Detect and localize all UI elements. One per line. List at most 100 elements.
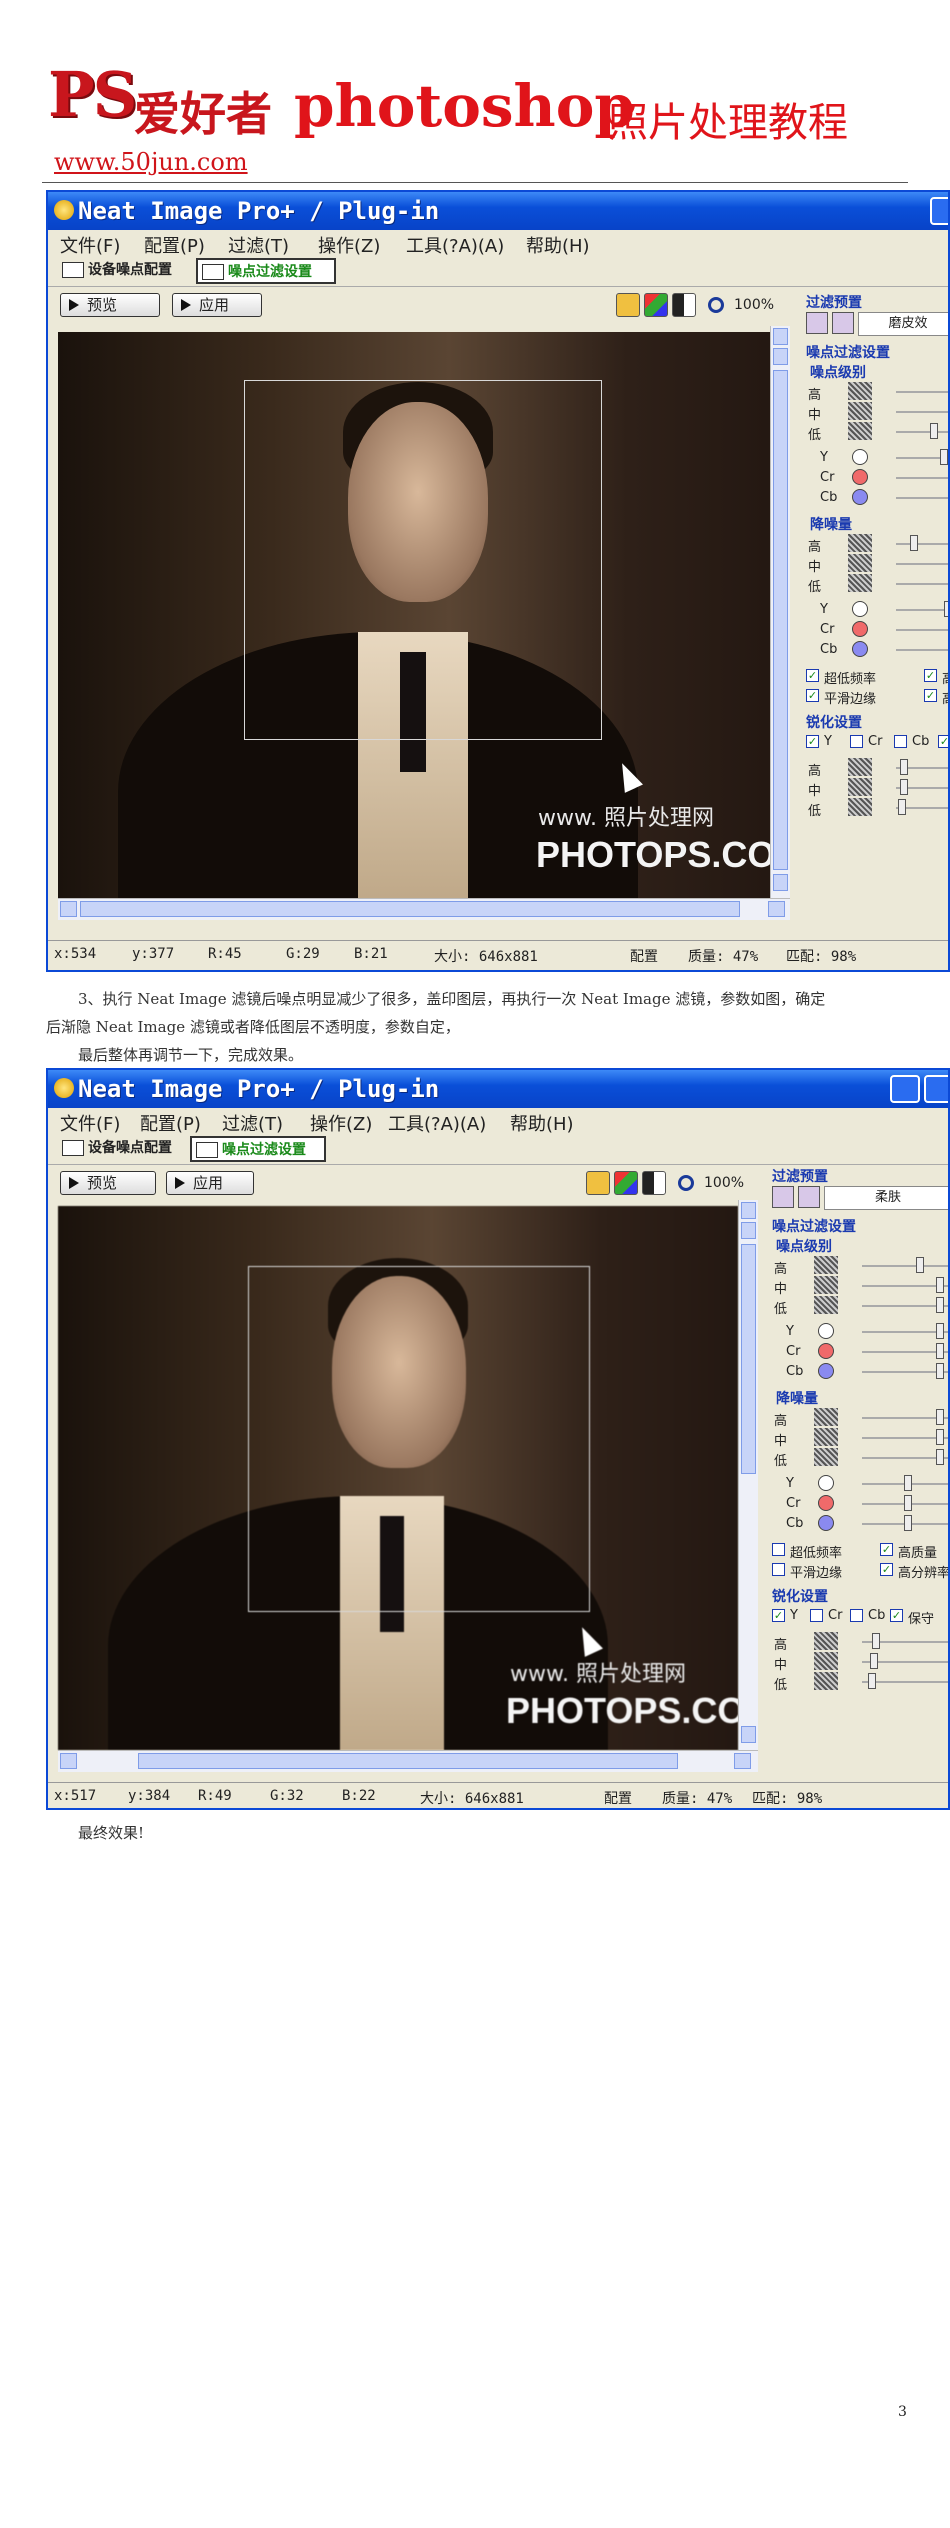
- vertical-scrollbar[interactable]: [738, 1200, 758, 1750]
- slider-knob[interactable]: [936, 1297, 944, 1313]
- color-icon[interactable]: [614, 1171, 638, 1195]
- menu-action[interactable]: 操作(Z): [318, 232, 380, 258]
- sharpen-mid[interactable]: 中: [808, 778, 948, 799]
- slider-knob[interactable]: [940, 449, 948, 465]
- reduce-cb[interactable]: Cb: [774, 1514, 948, 1534]
- menu-action[interactable]: 操作(Z): [310, 1110, 372, 1136]
- photo-preview[interactable]: www. 照片处理网 PHOTOPS.COM: [58, 332, 770, 898]
- scroll-up-arrow[interactable]: [741, 1202, 756, 1219]
- scroll-right-arrow[interactable]: [734, 1753, 751, 1769]
- menu-config[interactable]: 配置(P): [140, 1110, 201, 1136]
- smooth-edges-checkbox[interactable]: ✓ 平滑边缘: [806, 688, 876, 707]
- slider-knob[interactable]: [936, 1323, 944, 1339]
- scroll-thumb-h[interactable]: [138, 1753, 678, 1769]
- preview-button[interactable]: 预览: [60, 293, 160, 317]
- slider-knob[interactable]: [900, 779, 908, 795]
- slider-knob[interactable]: [870, 1653, 878, 1669]
- slider-knob[interactable]: [900, 759, 908, 775]
- color-icon[interactable]: [644, 293, 668, 317]
- sharpen-cr-checkbox[interactable]: Cr: [850, 734, 882, 749]
- title-bar[interactable]: Neat Image Pro+ / Plug-in: [48, 192, 948, 230]
- reduce-cr[interactable]: Cr: [774, 1494, 948, 1514]
- menu-filter[interactable]: 过滤(T): [222, 1110, 283, 1136]
- contrast-icon[interactable]: [642, 1171, 666, 1195]
- level-cr[interactable]: Cr: [808, 468, 948, 488]
- maximize-button[interactable]: [924, 1075, 948, 1103]
- save-preset-button[interactable]: [798, 1186, 820, 1208]
- high2-checkbox[interactable]: ✓高: [924, 688, 948, 707]
- scroll-thumb[interactable]: [741, 1244, 756, 1474]
- scroll-left-arrow[interactable]: [60, 901, 77, 917]
- menu-file[interactable]: 文件(F): [60, 232, 120, 258]
- slider-knob[interactable]: [930, 423, 938, 439]
- level-low[interactable]: 低: [808, 422, 948, 443]
- sharpen-mid[interactable]: 中: [774, 1652, 948, 1673]
- slider-knob[interactable]: [910, 535, 918, 551]
- level-mid[interactable]: 中: [774, 1276, 948, 1297]
- slider-knob[interactable]: [916, 1257, 924, 1273]
- smooth-edges-checkbox[interactable]: 平滑边缘: [772, 1562, 842, 1581]
- sharpen-high[interactable]: 高: [774, 1632, 948, 1653]
- scroll-left-arrow[interactable]: [60, 1753, 77, 1769]
- menu-config[interactable]: 配置(P): [144, 232, 205, 258]
- ultra-low-checkbox[interactable]: ✓ 超低频率: [806, 668, 876, 687]
- tab-filter-settings[interactable]: 噪点过滤设置: [196, 258, 336, 284]
- sharpen-high[interactable]: 高: [808, 758, 948, 779]
- menu-tools[interactable]: 工具(?A)(A): [406, 232, 504, 258]
- zoom-icon[interactable]: [708, 297, 724, 313]
- level-cb[interactable]: Cb: [774, 1362, 948, 1382]
- zoom-icon[interactable]: [678, 1175, 694, 1191]
- level-y[interactable]: Y: [774, 1322, 948, 1342]
- horizontal-scrollbar[interactable]: [58, 898, 790, 920]
- vertical-scrollbar[interactable]: [770, 326, 790, 898]
- sharpen-cb-checkbox[interactable]: Cb: [850, 1608, 885, 1623]
- sharpen-keep-checkbox[interactable]: ✓ 保守: [890, 1608, 934, 1627]
- menu-help[interactable]: 帮助(H): [526, 232, 590, 258]
- sharpen-y-checkbox[interactable]: ✓ Y: [772, 1608, 798, 1623]
- scroll-up-arrow-2[interactable]: [773, 348, 788, 365]
- reduce-y[interactable]: Y: [774, 1474, 948, 1494]
- site-link[interactable]: www.50jun.com: [54, 148, 248, 176]
- preview-button[interactable]: 预览: [60, 1171, 156, 1195]
- slider-knob[interactable]: [936, 1409, 944, 1425]
- level-mid[interactable]: 中: [808, 402, 948, 423]
- scroll-right-arrow[interactable]: [768, 901, 785, 917]
- reduce-low[interactable]: 低: [774, 1448, 948, 1469]
- scroll-thumb-h[interactable]: [80, 901, 740, 917]
- minimize-button[interactable]: [890, 1075, 920, 1103]
- slider-knob[interactable]: [936, 1343, 944, 1359]
- selection-rectangle[interactable]: [244, 380, 602, 740]
- level-high[interactable]: 高: [808, 382, 948, 403]
- contrast-icon[interactable]: [672, 293, 696, 317]
- slider-knob[interactable]: [936, 1429, 944, 1445]
- selection-rectangle[interactable]: [248, 1266, 590, 1612]
- slider-knob[interactable]: [868, 1673, 876, 1689]
- reduce-mid[interactable]: 中: [808, 554, 948, 575]
- save-preset-button[interactable]: [832, 312, 854, 334]
- sharpen-cr-checkbox[interactable]: Cr: [810, 1608, 842, 1623]
- slider-knob[interactable]: [904, 1475, 912, 1491]
- level-high[interactable]: 高: [774, 1256, 948, 1277]
- minimize-button[interactable]: [930, 197, 948, 225]
- menu-filter[interactable]: 过滤(T): [228, 232, 289, 258]
- photo-preview[interactable]: www. 照片处理网 PHOTOPS.COM: [58, 1206, 738, 1750]
- scroll-up-arrow-2[interactable]: [741, 1222, 756, 1239]
- menu-help[interactable]: 帮助(H): [510, 1110, 574, 1136]
- level-low[interactable]: 低: [774, 1296, 948, 1317]
- reduce-mid[interactable]: 中: [774, 1428, 948, 1449]
- scroll-down-arrow[interactable]: [773, 874, 788, 891]
- menu-file[interactable]: 文件(F): [60, 1110, 120, 1136]
- tab-device-profile[interactable]: 设备噪点配置: [58, 1136, 188, 1162]
- preset-select[interactable]: 磨皮效: [858, 312, 948, 336]
- apply-button[interactable]: 应用: [172, 293, 262, 317]
- scroll-up-arrow[interactable]: [773, 328, 788, 345]
- high-checkbox[interactable]: ✓高: [924, 668, 948, 687]
- menu-tools[interactable]: 工具(?A)(A): [388, 1110, 486, 1136]
- slider-knob[interactable]: [936, 1363, 944, 1379]
- tab-device-profile[interactable]: 设备噪点配置: [58, 258, 190, 284]
- load-preset-button[interactable]: [772, 1186, 794, 1208]
- layers-icon[interactable]: [586, 1171, 610, 1195]
- high-res-checkbox[interactable]: ✓ 高分辨率: [880, 1562, 948, 1581]
- level-cb[interactable]: Cb: [808, 488, 948, 508]
- sharpen-low[interactable]: 低: [808, 798, 948, 819]
